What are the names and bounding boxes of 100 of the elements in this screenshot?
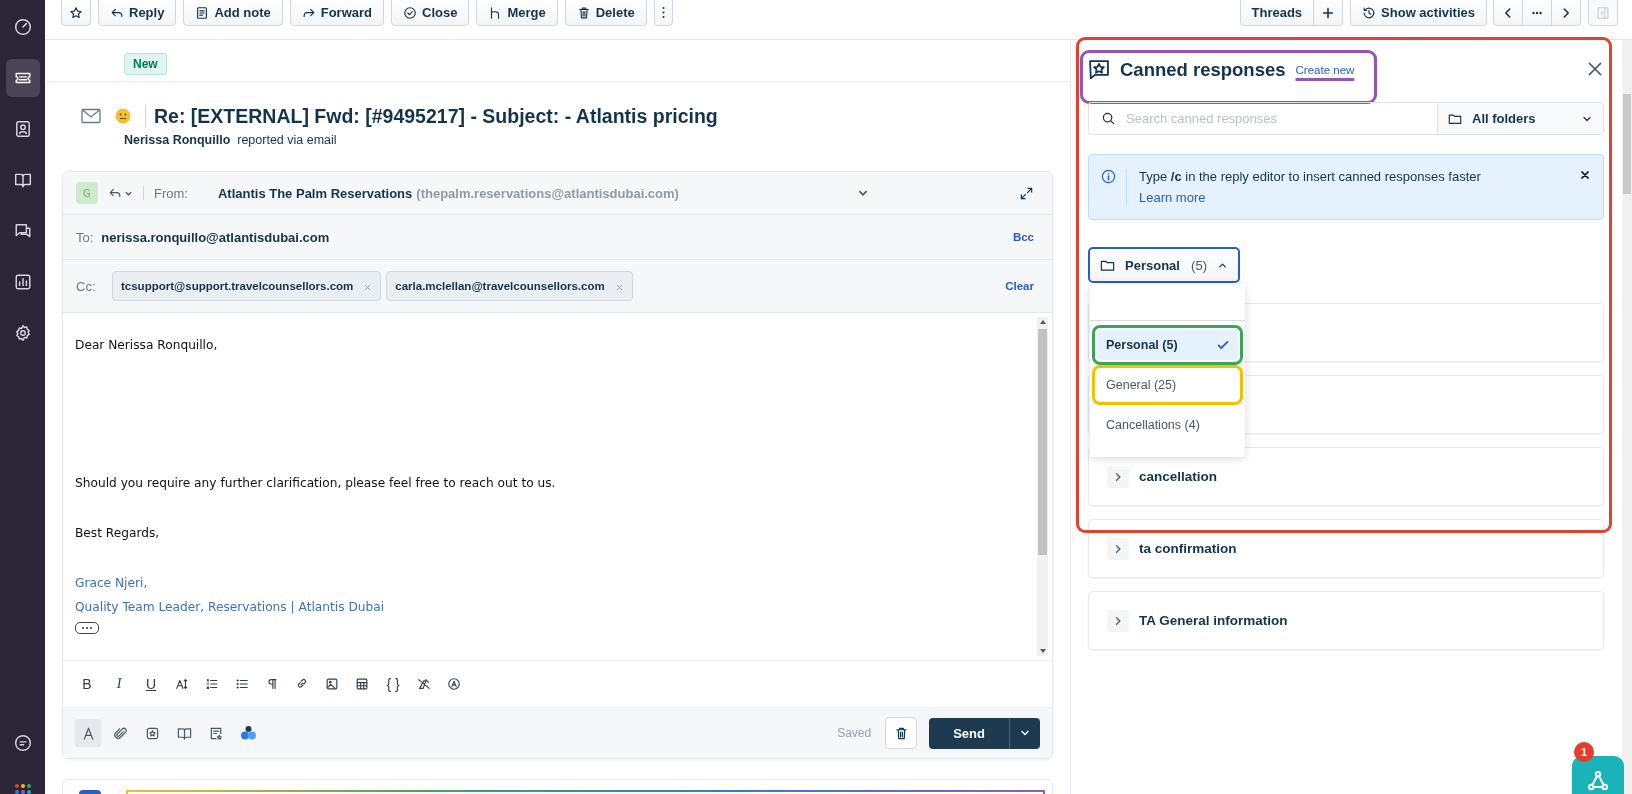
plus-icon [1321, 5, 1336, 20]
send-split-button[interactable]: Send [929, 717, 1040, 749]
gauge-icon [13, 18, 32, 36]
send-button[interactable]: Send [929, 717, 1009, 749]
canned-response-icon [1088, 59, 1110, 81]
folder-option[interactable]: General (25) [1097, 370, 1238, 400]
reply-icon [108, 186, 122, 200]
email-chip[interactable]: carla.mclellan@travelcounsellors.com [386, 271, 633, 301]
discard-button[interactable] [885, 717, 918, 749]
chevron-left-button[interactable] [1493, 0, 1523, 26]
folder-title: ta confirmation [1139, 541, 1237, 556]
book-icon [176, 725, 192, 741]
history-icon [1362, 5, 1377, 20]
contact-icon [13, 120, 32, 138]
star-icon [69, 5, 83, 20]
feedback-icon [13, 734, 32, 752]
toolbar-button[interactable]: Add note [183, 0, 283, 26]
response-folder-card[interactable]: ta confirmation [1088, 519, 1604, 578]
neutral-face-icon [115, 108, 131, 124]
ai-icon [239, 725, 257, 741]
bcc-link[interactable]: Bcc [1012, 231, 1034, 243]
scrollbar[interactable] [1037, 317, 1048, 656]
tip-text: Type /c in the reply editor to insert canned responses faster [1139, 169, 1482, 184]
folder-dropdown[interactable]: Personal (5) [1088, 247, 1240, 283]
more-content-icon[interactable] [75, 622, 99, 634]
folder-option[interactable]: Personal (5) [1097, 330, 1238, 360]
panel-title: Canned responses [1120, 59, 1286, 81]
format-button[interactable]: { } [385, 676, 401, 692]
to-label: To: [76, 229, 94, 245]
help-widget-button[interactable] [1572, 756, 1624, 794]
expand-icon [1019, 185, 1034, 201]
message-paragraph: Dear Nerissa Ronquillo, [75, 338, 219, 352]
numbered-list-icon [205, 677, 219, 691]
search-icon [1101, 111, 1116, 126]
folder-title: TA General information [1139, 613, 1288, 628]
more-icon [661, 6, 665, 19]
create-new-link[interactable]: Create new [1295, 64, 1355, 76]
toolbar-button[interactable]: Reply [98, 0, 177, 26]
form-icon [208, 725, 224, 741]
editor-tool-button[interactable] [75, 719, 101, 747]
toolbar-button[interactable]: Forward [289, 0, 385, 26]
toolbar-button[interactable]: Merge [476, 0, 558, 26]
response-folder-card[interactable] [1088, 303, 1604, 362]
notification-badge: 1 [1574, 742, 1594, 762]
trash-icon [893, 725, 909, 741]
folder-option[interactable]: Cancellations (4) [1097, 410, 1238, 440]
folder-filter-dropdown[interactable]: All folders [1437, 102, 1604, 135]
saved-status: Saved [837, 726, 872, 740]
paperclip-icon [112, 725, 128, 741]
status-badge: New [124, 53, 167, 75]
chat-icon [13, 222, 32, 240]
learn-more-link[interactable]: Learn more [1139, 190, 1569, 205]
table-icon [355, 677, 369, 691]
plus-button[interactable] [1313, 0, 1344, 26]
book-icon [13, 171, 32, 189]
format-button[interactable]: U [143, 676, 159, 692]
format-button[interactable]: I [111, 676, 127, 692]
email-chip[interactable]: tcsupport@support.travelcounsellors.com [112, 271, 382, 301]
image-icon [325, 677, 339, 691]
message-editor[interactable]: Dear Nerissa Ronquillo, Should you require any further clarification, please feel free to reach out to us. Best Regards, Grace Njeri, Quality Team Leader, Reservations | Atlantis Dubai [63, 313, 1037, 660]
cc-label: Cc: [76, 278, 97, 294]
folder-icon [1448, 111, 1462, 126]
toolbar-button[interactable]: Show activities [1350, 0, 1487, 26]
sender-avatar: G [76, 182, 98, 204]
chevron-right-button[interactable] [1551, 0, 1581, 26]
message-paragraph: Best Regards, [75, 526, 161, 540]
message-paragraph: Should you require any further clarification, please feel free to reach out to us. [75, 476, 557, 490]
remove-icon [614, 282, 624, 292]
spellcheck-icon [447, 677, 461, 691]
link-icon [295, 677, 309, 691]
check-icon [1216, 338, 1230, 352]
toolbar-button[interactable]: Close [391, 0, 470, 26]
to-address: nerissa.ronquillo@atlantisdubai.com [101, 229, 330, 245]
from-name: Atlantis The Palm Reservations (thepalm.reservations@atlantisdubai.com) [217, 185, 679, 201]
font-size-icon [175, 677, 189, 691]
signature-line: Grace Njeri, [75, 576, 149, 590]
search-input[interactable]: Search canned responses [1124, 110, 1437, 127]
clear-format-icon [417, 677, 431, 691]
format-button[interactable]: B [79, 676, 95, 692]
scrollbar[interactable] [1622, 40, 1632, 794]
bullet-list-icon [235, 677, 249, 691]
folder-title: cancellation [1139, 469, 1218, 484]
reporter-line: Nerissa Ronquillo reported via email [124, 133, 338, 147]
apps-icon[interactable] [14, 784, 31, 794]
signature-line: Quality Team Leader, Reservations | Atlantis Dubai [75, 600, 386, 614]
from-label: From: [154, 185, 188, 201]
star-button[interactable] [61, 0, 91, 26]
toolbar-button[interactable]: Threads [1239, 0, 1315, 26]
response-folder-card[interactable]: cancellation [1088, 447, 1604, 506]
paragraph-icon [265, 677, 279, 691]
remove-icon [363, 282, 373, 292]
search-field[interactable]: Search canned responses [1088, 102, 1437, 135]
reply-type-dropdown[interactable] [108, 186, 144, 200]
response-folder-card[interactable]: TA General information [1088, 591, 1604, 650]
clear-link[interactable]: Clear [1005, 280, 1034, 292]
nav-item[interactable] [5, 59, 40, 97]
toolbar-button[interactable]: Delete [564, 0, 647, 26]
ticket-subject: Re: [EXTERNAL] Fwd: [#9495217] - Subject: - Atlantis pricing [145, 105, 718, 127]
envelope-icon [81, 108, 101, 124]
share-nodes-icon [1586, 769, 1610, 793]
